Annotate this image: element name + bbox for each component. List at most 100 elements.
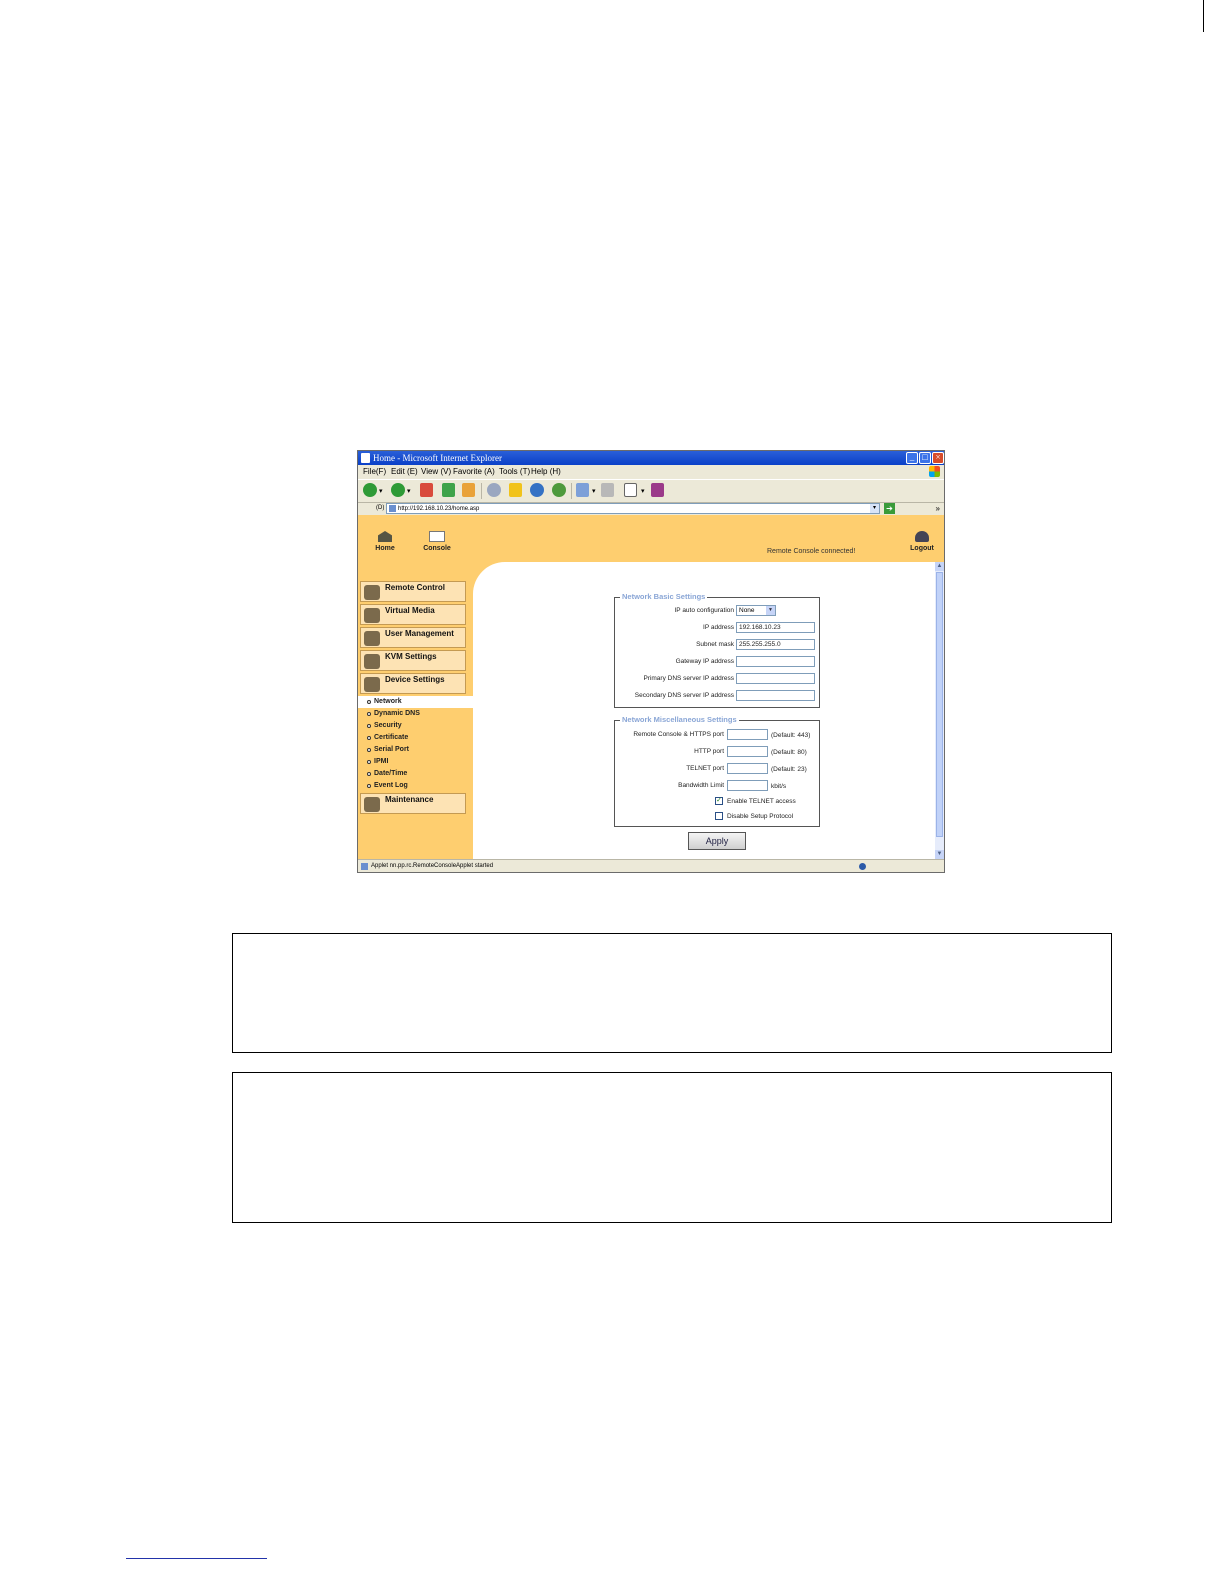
go-arrow-icon[interactable]: ➔ (884, 503, 895, 514)
sidebar-item-ipmi[interactable]: IPMI (358, 756, 473, 768)
ip-address-field[interactable]: 192.168.10.23 (736, 622, 815, 633)
menu-view-label: View (421, 467, 439, 476)
gateway-field[interactable] (736, 656, 815, 667)
subnet-mask-label: Subnet mask (696, 641, 734, 648)
nav-remote-control[interactable]: Remote Control (360, 581, 466, 602)
menu-tools-label: Tools (499, 467, 518, 476)
nav-kvm-settings-label: KVM Settings (385, 652, 437, 661)
sidebar-item-event-log[interactable]: Event Log (358, 780, 473, 792)
favorites-star-icon[interactable] (509, 483, 522, 497)
bullet-icon (367, 724, 371, 728)
window-title: Home - Microsoft Internet Explorer (373, 453, 502, 463)
home-link[interactable]: Home (370, 531, 400, 552)
menu-tools[interactable]: Tools (T) (499, 465, 530, 479)
misc-legend: Network Miscellaneous Settings (620, 715, 739, 724)
menu-edit[interactable]: Edit (E) (391, 465, 418, 479)
back-icon[interactable] (363, 483, 377, 497)
sidebar-item-serial-port[interactable]: Serial Port (358, 744, 473, 756)
status-bar: Applet nn.pp.rc.RemoteConsoleApplet star… (358, 859, 944, 872)
close-button[interactable]: × (932, 452, 944, 464)
menu-help[interactable]: Help (H) (531, 465, 561, 479)
sidebar-item-dynamic-dns[interactable]: Dynamic DNS (358, 708, 473, 720)
apply-button[interactable]: Apply (688, 832, 746, 850)
bullet-icon (367, 784, 371, 788)
nav-kvm-settings[interactable]: KVM Settings (360, 650, 466, 671)
sidebar-item-network[interactable]: Network (358, 696, 473, 708)
forward-icon[interactable] (391, 483, 405, 497)
gateway-label: Gateway IP address (675, 658, 734, 665)
menu-help-key: (H) (549, 467, 561, 476)
mail-icon[interactable] (576, 483, 589, 497)
bandwidth-unit: kbit/s (771, 783, 787, 790)
subnet-mask-field[interactable]: 255.255.255.0 (736, 639, 815, 650)
menu-edit-key: (E) (407, 467, 418, 476)
menu-file[interactable]: File(F) (363, 465, 386, 479)
messenger-icon[interactable] (651, 483, 664, 497)
nav-virtual-media[interactable]: Virtual Media (360, 604, 466, 625)
enable-telnet-checkbox[interactable]: ✓ (715, 797, 723, 805)
nav-virtual-media-label: Virtual Media (385, 606, 435, 615)
address-dropdown-icon[interactable]: ▾ (870, 504, 879, 513)
toolbar-separator (571, 483, 572, 499)
address-input[interactable]: http://192.168.10.23/home.asp (386, 503, 880, 514)
mail-dropdown-icon[interactable]: ▾ (592, 487, 596, 495)
bullet-icon (367, 772, 371, 776)
disable-setup-checkbox[interactable] (715, 812, 723, 820)
console-status: Remote Console connected! (767, 548, 856, 555)
menu-favorite[interactable]: Favorite (A) (453, 465, 495, 479)
sidebar-item-security[interactable]: Security (358, 720, 473, 732)
console-label: Console (423, 545, 451, 552)
back-dropdown-icon[interactable]: ▾ (379, 487, 383, 495)
home-nav-icon[interactable] (462, 483, 475, 497)
address-bar: (D) http://192.168.10.23/home.asp ▾ ➔ » (358, 502, 944, 515)
minimize-button[interactable]: _ (906, 452, 918, 464)
nav-remote-control-label: Remote Control (385, 583, 445, 592)
maximize-button[interactable]: □ (919, 452, 931, 464)
ip-auto-select[interactable]: None ▼ (736, 605, 776, 616)
secondary-dns-field[interactable] (736, 690, 815, 701)
edit-icon[interactable] (624, 483, 637, 497)
links-more-icon[interactable]: » (936, 502, 940, 515)
logout-link[interactable]: Logout (906, 531, 938, 552)
menu-bar: File(F) Edit (E) View (V) Favorite (A) T… (358, 465, 944, 479)
ip-auto-value: None (739, 607, 755, 614)
nav-user-management[interactable]: User Management (360, 627, 466, 648)
http-default: (Default: 80) (771, 749, 807, 756)
scroll-up-icon[interactable]: ▲ (935, 562, 944, 571)
search-icon[interactable] (487, 483, 501, 497)
menu-help-label: Help (531, 467, 548, 476)
page-margin-line (1203, 0, 1204, 16)
page-icon (389, 505, 396, 512)
telnet-port-field[interactable] (727, 763, 768, 774)
https-port-field[interactable] (727, 729, 768, 740)
refresh-icon[interactable] (442, 483, 455, 497)
sidebar-item-date-time[interactable]: Date/Time (358, 768, 473, 780)
menu-tools-key: (T) (519, 467, 531, 476)
virtual-media-icon (364, 608, 380, 623)
sidebar-item-label: Security (374, 722, 402, 729)
web-page: Home Console Remote Console connected! L… (358, 515, 944, 859)
bandwidth-field[interactable] (727, 780, 768, 791)
edit-dropdown-icon[interactable]: ▾ (641, 487, 645, 495)
nav-device-settings[interactable]: Device Settings (360, 673, 466, 694)
print-icon[interactable] (601, 483, 614, 497)
logout-icon (915, 531, 929, 542)
scrollbar-thumb[interactable] (936, 572, 943, 837)
nav-maintenance[interactable]: Maintenance (360, 793, 466, 814)
telnet-port-label: TELNET port (686, 765, 724, 772)
history-icon[interactable] (552, 483, 566, 497)
forward-dropdown-icon[interactable]: ▾ (407, 487, 411, 495)
enable-telnet-label: Enable TELNET access (727, 798, 796, 805)
vertical-scrollbar[interactable]: ▲ ▼ (935, 562, 944, 859)
nav-user-management-label: User Management (385, 629, 454, 638)
stop-icon[interactable] (420, 483, 433, 497)
console-link[interactable]: Console (420, 531, 454, 552)
media-icon[interactable] (530, 483, 544, 497)
http-port-field[interactable] (727, 746, 768, 757)
primary-dns-field[interactable] (736, 673, 815, 684)
sidebar-item-certificate[interactable]: Certificate (358, 732, 473, 744)
menu-view[interactable]: View (V) (421, 465, 451, 479)
ip-auto-label: IP auto configuration (674, 607, 734, 614)
address-url: http://192.168.10.23/home.asp (398, 506, 480, 512)
scroll-down-icon[interactable]: ▼ (935, 850, 944, 859)
